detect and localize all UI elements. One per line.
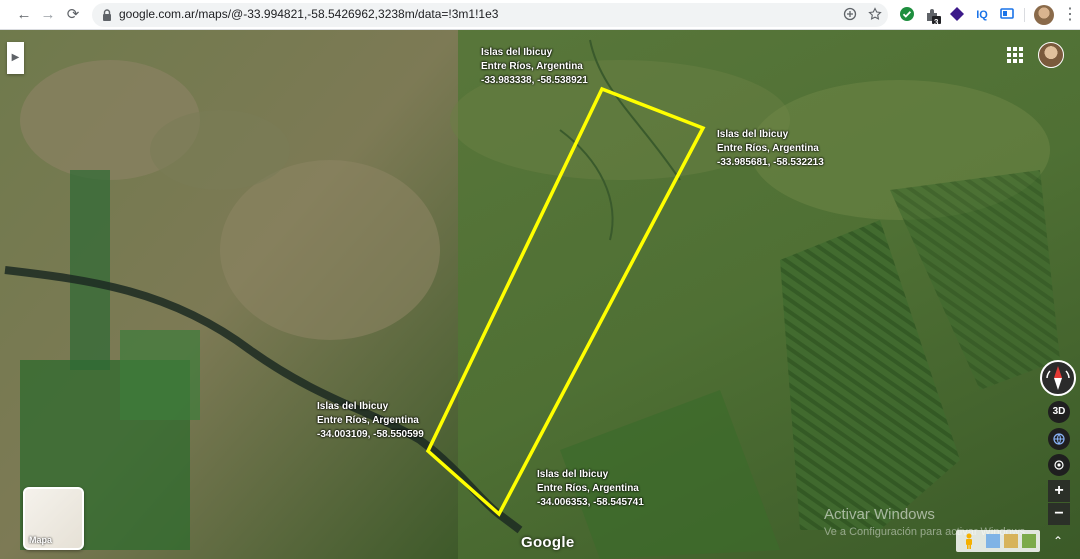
tilt-3d-button[interactable]: 3D <box>1048 401 1070 423</box>
iq-extension-icon[interactable]: IQ <box>973 6 991 24</box>
annotation-coords: -34.003109, -58.550599 <box>317 429 424 440</box>
account-avatar[interactable] <box>1038 42 1064 68</box>
check-extension-icon[interactable] <box>898 6 916 24</box>
pegman-icon[interactable] <box>963 533 975 549</box>
puzzle-extension-icon[interactable]: 3 <box>924 6 942 27</box>
imagery-thumb[interactable] <box>1022 534 1036 548</box>
reload-button[interactable]: ⟳ <box>63 5 83 25</box>
annotation-top: Islas del Ibicuy Entre Ríos, Argentina -… <box>481 46 588 88</box>
browser-toolbar: ← → ⟳ google.com.ar/maps/@-33.994821,-58… <box>0 0 1080 30</box>
toolbar-divider <box>1024 8 1025 22</box>
side-panel-toggle[interactable]: ▶ <box>7 42 24 74</box>
profile-avatar[interactable] <box>1034 5 1054 25</box>
annotation-region: Entre Ríos, Argentina <box>317 415 419 426</box>
annotation-region: Entre Ríos, Argentina <box>481 61 583 72</box>
browser-menu-icon[interactable]: ⋮ <box>1062 6 1078 24</box>
annotation-place: Islas del Ibicuy <box>317 401 389 412</box>
zoom-out-button[interactable]: − <box>1048 503 1070 525</box>
annotation-region: Entre Ríos, Argentina <box>717 143 819 154</box>
satellite-map[interactable]: ▶ Islas del Ibicuy Entre Ríos, Argentina… <box>0 30 1080 559</box>
location-target-icon <box>1054 460 1064 470</box>
annotation-place: Islas del Ibicuy <box>717 129 789 140</box>
annotation-coords: -34.006353, -58.545741 <box>537 497 644 508</box>
annotation-bottom: Islas del Ibicuy Entre Ríos, Argentina -… <box>537 468 644 510</box>
url-text: google.com.ar/maps/@-33.994821,-58.54269… <box>119 7 499 21</box>
diamond-extension-icon[interactable] <box>948 6 966 24</box>
layers-label: Mapa <box>29 535 53 545</box>
windows-activation-title: Activar Windows <box>824 506 935 523</box>
lock-icon <box>103 9 111 21</box>
annotation-region: Entre Ríos, Argentina <box>537 483 639 494</box>
bookmark-star-icon[interactable] <box>867 7 883 23</box>
annotation-left: Islas del Ibicuy Entre Ríos, Argentina -… <box>317 400 424 442</box>
forward-button[interactable]: → <box>38 5 58 25</box>
annotation-place: Islas del Ibicuy <box>481 47 553 58</box>
globe-view-button[interactable] <box>1048 428 1070 450</box>
zoom-in-button[interactable]: + <box>1048 480 1070 502</box>
my-location-button[interactable] <box>1048 454 1070 476</box>
address-bar[interactable]: google.com.ar/maps/@-33.994821,-58.54269… <box>92 3 888 27</box>
annotation-coords: -33.983338, -58.538921 <box>481 75 588 86</box>
imagery-thumb[interactable] <box>986 534 1000 548</box>
back-button[interactable]: ← <box>14 5 34 25</box>
imagery-thumb[interactable] <box>1004 534 1018 548</box>
monitor-extension-icon[interactable] <box>998 6 1016 24</box>
add-location-icon[interactable] <box>842 7 858 23</box>
layers-toggle[interactable]: Mapa <box>23 487 84 550</box>
collapse-chevron-icon[interactable]: ⌃ <box>1050 533 1066 549</box>
compass-icon <box>1046 366 1070 390</box>
google-logo: Google <box>521 534 575 551</box>
annotation-right: Islas del Ibicuy Entre Ríos, Argentina -… <box>717 128 824 170</box>
annotation-coords: -33.985681, -58.532213 <box>717 157 824 168</box>
apps-grid-icon[interactable] <box>1007 47 1023 63</box>
compass-control[interactable] <box>1040 360 1076 396</box>
annotation-place: Islas del Ibicuy <box>537 469 609 480</box>
globe-icon <box>1053 433 1065 445</box>
